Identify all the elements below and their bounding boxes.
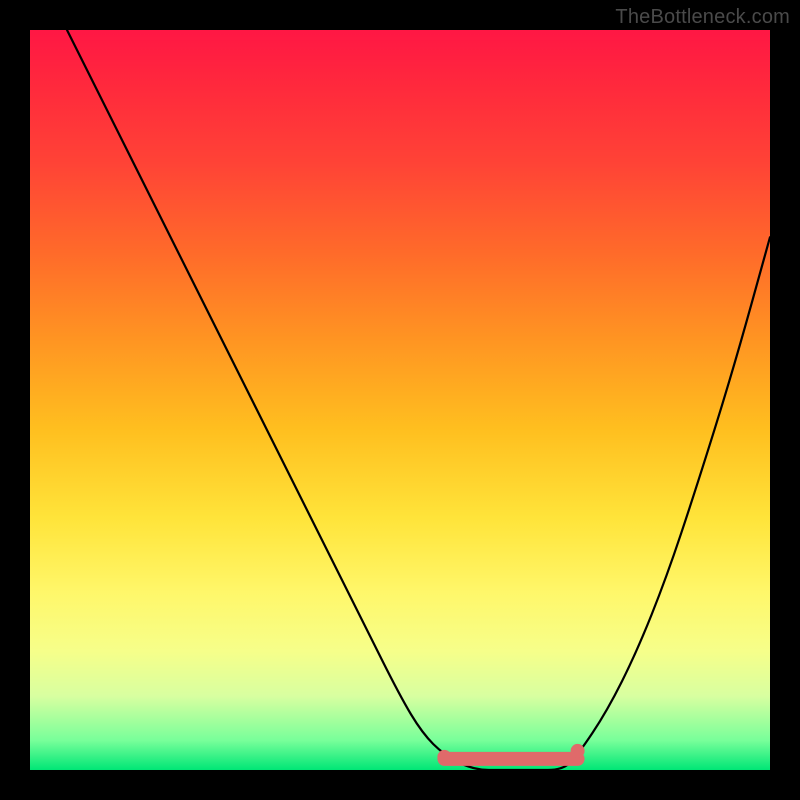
- curve-layer: [30, 30, 770, 770]
- plot-area: [30, 30, 770, 770]
- flat-zone-dot-right: [571, 744, 585, 758]
- bottleneck-curve: [67, 30, 770, 770]
- watermark-text: TheBottleneck.com: [615, 6, 790, 29]
- chart-frame: TheBottleneck.com: [0, 0, 800, 800]
- flat-zone-dot-left: [437, 750, 451, 764]
